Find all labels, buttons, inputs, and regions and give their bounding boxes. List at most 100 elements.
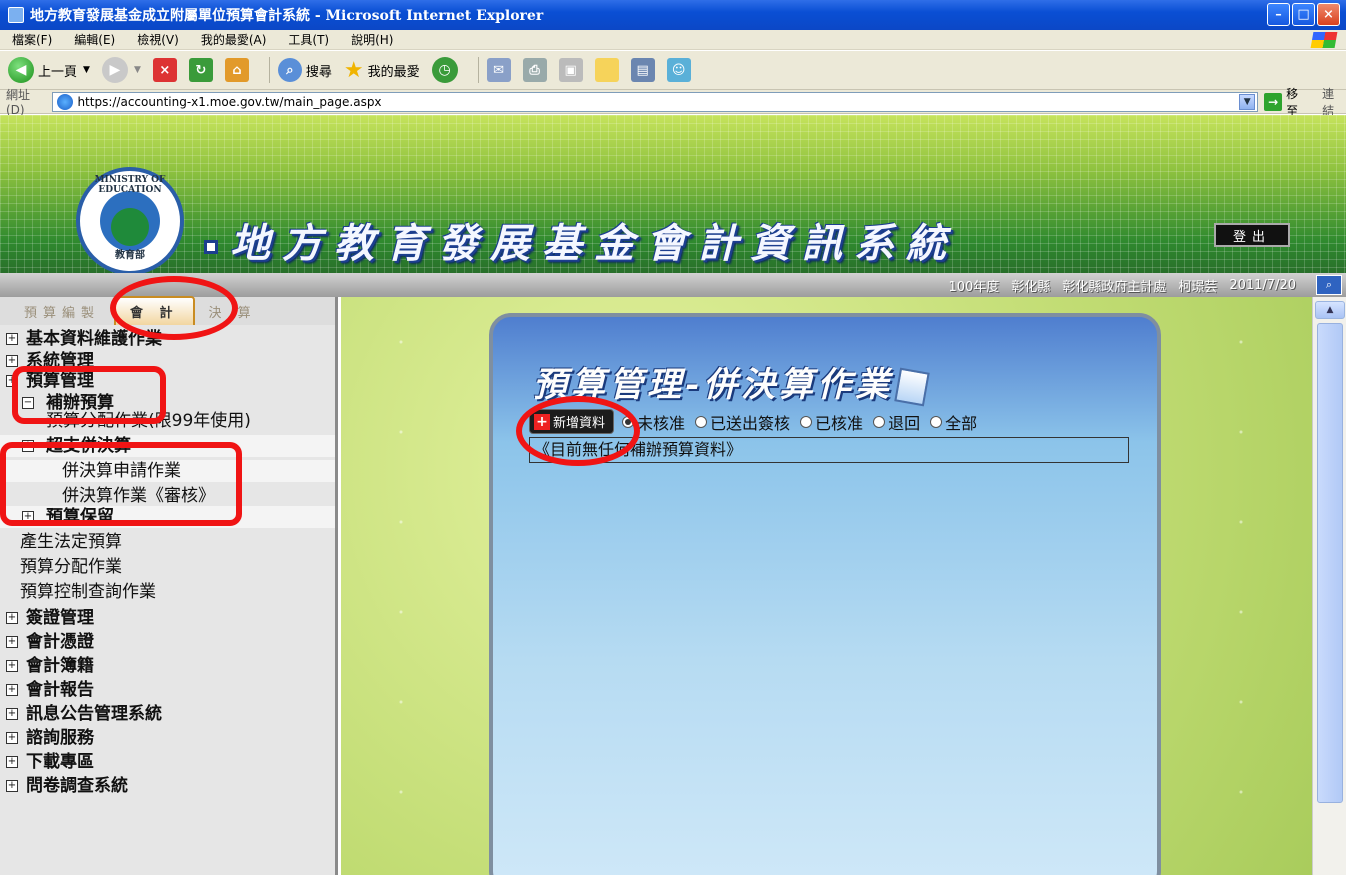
filter-submitted[interactable]: 已送出簽核 <box>695 410 790 434</box>
add-record-button[interactable]: + 新增資料 <box>529 409 615 434</box>
sidebar-item-generate-legal-budget[interactable]: 產生法定預算 <box>0 531 335 553</box>
messenger-button[interactable]: ☺ <box>666 58 691 82</box>
back-label: 上一頁 <box>38 64 78 80</box>
go-label: 移至 <box>1286 86 1299 118</box>
menu-tools[interactable]: 工具(T) <box>288 31 329 48</box>
forward-arrow-icon: ▶ <box>101 57 128 83</box>
sidebar-item-label: 簽證管理 <box>26 608 94 628</box>
sidebar-item-merge-apply[interactable]: 併決算申請作業 <box>0 460 335 482</box>
filter-all[interactable]: 全部 <box>930 410 977 434</box>
page-title: 預算管理-併決算作業 <box>533 357 930 407</box>
sidebar-item-budget-allocation[interactable]: 預算分配作業 <box>0 556 335 578</box>
menu-favorites[interactable]: 我的最愛(A) <box>201 31 267 48</box>
go-button[interactable]: → 移至 <box>1264 85 1310 119</box>
sidebar-item-label: 超支併決算 <box>46 436 131 456</box>
empty-result-message: 《目前無任何補辦預算資料》 <box>529 437 1129 463</box>
chevron-down-icon[interactable]: ▼ <box>134 65 141 75</box>
forward-button[interactable]: ▶ ▼ <box>101 57 141 83</box>
filter-approved[interactable]: 已核准 <box>800 410 863 434</box>
research-icon: ▤ <box>630 58 655 82</box>
menu-edit[interactable]: 編輯(E) <box>74 31 115 48</box>
sidebar-item-certification[interactable]: + 簽證管理 <box>0 607 335 629</box>
url-text: https://accounting-x1.moe.gov.tw/main_pa… <box>77 94 382 109</box>
sidebar-item-system-management[interactable]: + 系統管理 <box>0 350 335 368</box>
url-input[interactable]: https://accounting-x1.moe.gov.tw/main_pa… <box>52 91 1259 112</box>
vertical-scrollbar[interactable]: ▲ <box>1312 297 1346 875</box>
sidebar-item-label: 預算分配作業 <box>20 557 122 577</box>
sidebar-item-label: 下載專區 <box>26 752 94 772</box>
tab-budget-prep[interactable]: 預算編製 <box>10 298 114 325</box>
expand-icon: + <box>6 708 18 720</box>
sidebar-item-supplementary-budget[interactable]: − 補辦預算 <box>0 392 335 410</box>
sidebar-item-vouchers[interactable]: + 會計憑證 <box>0 631 335 653</box>
expand-icon: + <box>6 636 18 648</box>
sidebar-item-label: 基本資料維護作業 <box>26 329 162 349</box>
address-label: 網址(D) <box>6 88 31 117</box>
mail-icon: ✉ <box>486 58 511 82</box>
links-label[interactable]: 連結 <box>1322 85 1346 119</box>
edit-button[interactable]: ▣ <box>558 58 583 82</box>
fiscal-year: 100年度 <box>948 279 1000 295</box>
expand-icon: + <box>22 511 34 523</box>
dropdown-icon[interactable]: ▼ <box>1239 93 1256 110</box>
sidebar-item-budget-allocation-99[interactable]: 預算分配作業(限99年使用) <box>0 410 335 432</box>
minimize-button[interactable]: – <box>1267 3 1290 26</box>
home-button[interactable]: ⌂ <box>224 58 249 82</box>
windows-logo-icon <box>1310 32 1338 48</box>
sidebar-item-downloads[interactable]: + 下載專區 <box>0 751 335 773</box>
sidebar-item-label: 產生法定預算 <box>20 532 122 552</box>
tab-accounting[interactable]: 會 計 <box>114 296 195 325</box>
sidebar-item-consulting[interactable]: + 諮詢服務 <box>0 727 335 749</box>
sidebar-item-label: 訊息公告管理系統 <box>26 704 162 724</box>
logo-sub-text: 教育部 <box>115 250 145 261</box>
plus-icon: + <box>534 413 550 430</box>
scroll-thumb[interactable] <box>1317 323 1343 803</box>
sidebar-item-survey[interactable]: + 問卷調查系統 <box>0 775 335 797</box>
back-button[interactable]: ◀ 上一頁 ▼ <box>8 57 90 83</box>
filter-returned[interactable]: 退回 <box>873 410 920 434</box>
status-filters: + 新增資料 未核准 已送出簽核 已核准 退回 全部 <box>529 409 987 434</box>
title-bar: 地方教育發展基金成立附屬單位預算會計系統 - Microsoft Interne… <box>0 0 1346 30</box>
sidebar-item-budget-control[interactable]: 預算控制查詢作業 <box>0 581 335 603</box>
star-icon: ★ <box>343 57 364 83</box>
sidebar-item-basic-data[interactable]: + 基本資料維護作業 <box>0 328 335 350</box>
menu-file[interactable]: 檔案(F) <box>12 31 52 48</box>
print-button[interactable]: ⎙ <box>522 58 547 82</box>
sidebar-item-announcements[interactable]: + 訊息公告管理系統 <box>0 703 335 725</box>
logout-button[interactable]: 登出 <box>1214 223 1290 247</box>
sidebar-item-ledgers[interactable]: + 會計簿籍 <box>0 655 335 677</box>
notes-button[interactable] <box>594 58 619 82</box>
page-icon <box>57 93 74 110</box>
sidebar-item-overspend-merge[interactable]: + 超支併決算 <box>0 435 335 457</box>
history-button[interactable]: ◷ <box>431 57 458 83</box>
maximize-button[interactable]: □ <box>1292 3 1315 26</box>
search-icon[interactable]: ⌕ <box>1316 275 1342 295</box>
collapse-icon: − <box>22 397 34 409</box>
menu-view[interactable]: 檢視(V) <box>137 31 179 48</box>
sidebar-item-reports[interactable]: + 會計報告 <box>0 679 335 701</box>
edit-page-icon: ▣ <box>558 58 583 82</box>
search-icon: ⌕ <box>277 58 302 82</box>
menu-help[interactable]: 說明(H) <box>351 31 393 48</box>
sidebar-tabs: 預算編製 會 計 決 算 <box>0 296 335 325</box>
stop-button[interactable]: × <box>152 58 177 82</box>
sidebar-item-label: 系統管理 <box>26 351 94 368</box>
scroll-up-icon[interactable]: ▲ <box>1315 301 1345 319</box>
ministry-logo: MINISTRY OF EDUCATION 教育部 <box>76 167 184 273</box>
close-button[interactable]: × <box>1317 3 1340 26</box>
site-banner: MINISTRY OF EDUCATION 教育部 地方教育發展基金會計資訊系統… <box>0 115 1346 273</box>
tab-final-accounts[interactable]: 決 算 <box>195 298 271 325</box>
research-button[interactable]: ▤ <box>630 58 655 82</box>
mail-button[interactable]: ✉ <box>486 58 511 82</box>
menu-bar: 檔案(F) 編輯(E) 檢視(V) 我的最愛(A) 工具(T) 說明(H) <box>0 30 1346 50</box>
sidebar-item-merge-review[interactable]: 併決算作業《審核》 <box>0 485 335 503</box>
sidebar-item-budget-management[interactable]: + 預算管理 <box>0 370 335 392</box>
favorites-button[interactable]: ★ 我的最愛 <box>344 58 420 83</box>
address-bar: 網址(D) https://accounting-x1.moe.gov.tw/m… <box>0 87 1346 118</box>
search-button[interactable]: ⌕ 搜尋 <box>277 58 332 82</box>
refresh-button[interactable]: ↻ <box>188 58 213 82</box>
sidebar-item-label: 會計簿籍 <box>26 656 94 676</box>
chevron-down-icon[interactable]: ▼ <box>83 65 90 75</box>
filter-unapproved[interactable]: 未核准 <box>622 410 685 434</box>
sidebar-item-budget-reserve[interactable]: + 預算保留 <box>0 506 335 528</box>
